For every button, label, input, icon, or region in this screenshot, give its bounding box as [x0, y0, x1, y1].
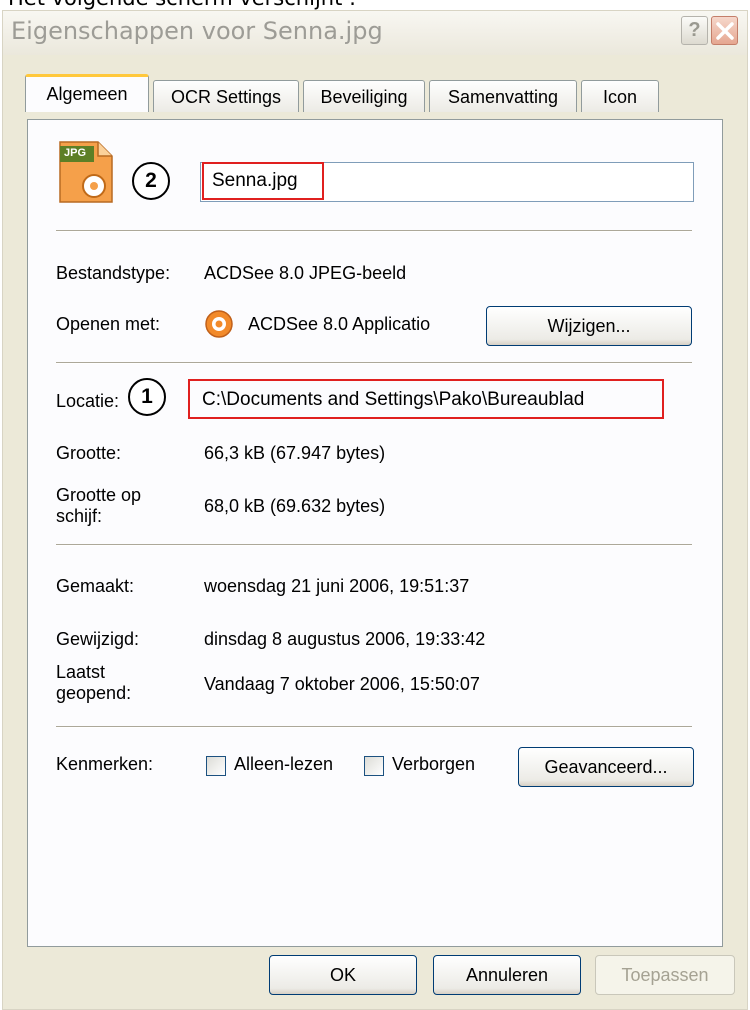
- accessed-label-line2: geopend:: [56, 683, 132, 703]
- size-on-disk-label-line2: schijf:: [56, 506, 103, 526]
- hidden-label[interactable]: Verborgen: [392, 754, 475, 775]
- file-name-value: Senna.jpg: [212, 170, 298, 191]
- page-caption: Het volgende scherm verschijnt :: [8, 0, 356, 10]
- ok-button[interactable]: OK: [269, 955, 417, 995]
- change-button[interactable]: Wijzigen...: [486, 306, 692, 346]
- size-on-disk-label: Grootte op schijf:: [56, 485, 141, 527]
- apply-button[interactable]: Toepassen: [595, 955, 735, 995]
- accessed-value: Vandaag 7 oktober 2006, 15:50:07: [204, 674, 480, 694]
- close-icon: [715, 21, 734, 40]
- divider: [56, 362, 692, 364]
- tab-beveiliging[interactable]: Beveiliging: [303, 80, 425, 112]
- tab-ocr-settings[interactable]: OCR Settings: [153, 80, 299, 112]
- jpg-file-icon: JPG: [56, 140, 114, 204]
- tab-label: Beveiliging: [320, 87, 408, 107]
- properties-dialog: Eigenschappen voor Senna.jpg ? Algemeen …: [2, 10, 748, 1010]
- acdsee-icon: [204, 309, 234, 339]
- readonly-checkbox[interactable]: [206, 756, 226, 776]
- callout-1: 1: [128, 378, 166, 416]
- tab-icon[interactable]: Icon: [581, 80, 659, 112]
- created-label: Gemaakt:: [56, 576, 135, 596]
- tab-label: OCR Settings: [170, 87, 282, 107]
- file-type-label: Bestandstype:: [56, 263, 171, 283]
- location-label: Locatie:: [56, 391, 120, 411]
- file-type-value: ACDSee 8.0 JPEG-beeld: [204, 263, 407, 283]
- dialog-title: Eigenschappen voor Senna.jpg: [11, 17, 383, 45]
- close-button[interactable]: [711, 16, 738, 45]
- size-label: Grootte:: [56, 443, 122, 463]
- help-button[interactable]: ?: [681, 16, 708, 45]
- tab-label: Algemeen: [46, 84, 128, 104]
- open-with-value: ACDSee 8.0 Applicatio: [248, 314, 431, 334]
- created-value: woensdag 21 juni 2006, 19:51:37: [204, 576, 470, 596]
- modified-value: dinsdag 8 augustus 2006, 19:33:42: [204, 629, 486, 649]
- file-type-badge: JPG: [64, 147, 87, 159]
- readonly-label[interactable]: Alleen-lezen: [234, 754, 333, 775]
- advanced-button[interactable]: Geavanceerd...: [518, 747, 694, 787]
- divider: [56, 544, 692, 546]
- accessed-label-line1: Laatst: [56, 662, 106, 682]
- divider: [56, 230, 692, 232]
- help-icon: ?: [688, 19, 701, 41]
- size-on-disk-label-line1: Grootte op: [56, 485, 142, 505]
- size-on-disk-value: 68,0 kB (69.632 bytes): [204, 496, 386, 516]
- tab-label: Icon: [602, 87, 638, 107]
- general-tab-panel: JPG 2 Senna.jpg Bestandstype: ACDSee 8.0…: [27, 119, 723, 947]
- hidden-checkbox[interactable]: [364, 756, 384, 776]
- modified-label: Gewijzigd:: [56, 629, 140, 649]
- open-with-label: Openen met:: [56, 314, 161, 334]
- title-bar: Eigenschappen voor Senna.jpg ?: [3, 11, 747, 55]
- tab-samenvatting[interactable]: Samenvatting: [429, 80, 577, 112]
- attributes-label: Kenmerken:: [56, 754, 154, 774]
- cancel-button[interactable]: Annuleren: [433, 955, 581, 995]
- accessed-label: Laatst geopend:: [56, 662, 131, 704]
- callout-2: 2: [132, 162, 170, 200]
- size-value: 66,3 kB (67.947 bytes): [204, 443, 386, 463]
- tab-label: Samenvatting: [447, 87, 559, 107]
- location-value: C:\Documents and Settings\Pako\Bureaubla…: [202, 389, 585, 410]
- tab-algemeen[interactable]: Algemeen: [25, 74, 149, 112]
- divider: [56, 726, 692, 728]
